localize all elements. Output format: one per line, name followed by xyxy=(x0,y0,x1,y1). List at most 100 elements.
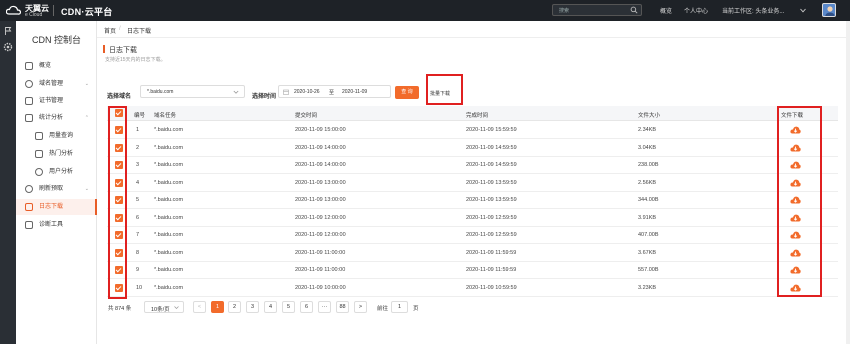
sidebar-item-user-analysis[interactable]: 用户分析 xyxy=(16,164,97,180)
row-number: 9 xyxy=(136,267,140,273)
sidebar-item-domain-management[interactable]: 域名管理 ⌄ xyxy=(16,76,97,92)
page-subtitle: 支持近15天内的日志下载。 xyxy=(105,57,166,63)
row-file-size: 2.34KB xyxy=(638,127,657,133)
row-number: 3 xyxy=(136,162,140,168)
query-button[interactable]: 查 询 xyxy=(395,86,419,99)
row-finish-time: 2020-11-09 11:59:59 xyxy=(466,267,517,273)
sidebar-item-statistics[interactable]: 统计分析 ⌃ xyxy=(16,110,97,126)
page-button-2[interactable]: 2 xyxy=(228,301,241,313)
row-file-size: 344.00B xyxy=(638,197,659,203)
sidebar-item-label: 诊断工具 xyxy=(39,222,64,228)
table-row: 3 *.baidu.com 2020-11-09 14:00:00 2020-11-0… xyxy=(107,157,838,174)
table-row: 1 *.baidu.com 2020-11-09 15:00:00 2020-11-0… xyxy=(107,122,838,139)
highlight-box-downloads xyxy=(777,106,822,297)
row-number: 6 xyxy=(136,214,140,221)
sidebar-item-overview[interactable]: 概览 xyxy=(16,58,97,74)
prev-page-button[interactable]: < xyxy=(193,301,206,313)
batch-download-button[interactable]: 批量下载 xyxy=(430,90,450,97)
settings-icon[interactable] xyxy=(3,42,13,52)
row-file-size: 407.00B xyxy=(638,232,659,238)
column-header-finish-time: 完成时间 xyxy=(466,113,489,119)
sidebar: CDN 控制台 概览 域名管理 ⌄ 证书管理 统计分析 ⌃ 用量查询 热门分析 … xyxy=(16,21,97,344)
page-scrollbar[interactable] xyxy=(846,21,850,344)
sidebar-item-hot-analysis[interactable]: 热门分析 xyxy=(16,146,97,162)
chevron-down-icon xyxy=(174,306,179,309)
column-header-domain-task: 域名任务 xyxy=(154,113,177,119)
breadcrumb-home[interactable]: 首页 xyxy=(104,26,116,35)
date-end-value[interactable]: 2020-11-09 xyxy=(342,89,367,95)
goto-unit-label: 页 xyxy=(413,306,419,312)
sidebar-item-label: 统计分析 xyxy=(39,115,64,121)
row-domain-task: *.baidu.com xyxy=(154,284,184,291)
overview-link[interactable]: 概览 xyxy=(660,6,672,15)
row-file-size: 3.04KB xyxy=(638,144,657,151)
row-finish-time: 2020-11-09 12:59:59 xyxy=(466,232,517,238)
sidebar-item-label: 概览 xyxy=(39,63,52,69)
domain-select[interactable]: *.baidu.com xyxy=(140,85,245,98)
highlight-box-checkboxes xyxy=(108,106,127,299)
sidebar-item-label: 用户分析 xyxy=(49,169,74,175)
workspace-switcher[interactable]: 当前工作区: 头条业务... xyxy=(722,6,784,15)
goto-page-input[interactable]: 1 xyxy=(391,301,408,313)
cloud-logo-icon xyxy=(6,5,21,15)
main-panel: 日志下载 支持近15天内的日志下载。 选择域名 *.baidu.com 选择时间… xyxy=(97,38,850,344)
sidebar-item-label: 证书管理 xyxy=(39,98,64,104)
sidebar-item-label: 日志下载 xyxy=(39,204,64,210)
sidebar-item-log-download[interactable]: 日志下载 xyxy=(16,199,97,215)
pagination-total: 共 874 条 xyxy=(108,306,132,312)
page-button-5[interactable]: 5 xyxy=(282,301,295,313)
brand-name-en: e Cloud xyxy=(25,12,43,18)
row-file-size: 557.00B xyxy=(638,267,659,273)
row-domain-task: *.baidu.com xyxy=(154,179,184,186)
page-button-88[interactable]: 88 xyxy=(336,301,349,313)
row-submit-time: 2020-11-09 11:00:00 xyxy=(295,267,346,273)
row-domain-task: *.baidu.com xyxy=(154,214,184,221)
table-row: 10 *.baidu.com 2020-11-09 10:00:00 2020-11-… xyxy=(107,280,838,297)
row-domain-task: *.baidu.com xyxy=(154,232,184,238)
search-icon[interactable] xyxy=(630,6,638,14)
date-start-value[interactable]: 2020-10-26 xyxy=(294,89,320,95)
page-button-4[interactable]: 4 xyxy=(264,301,277,313)
product-name[interactable]: CDN·云平台 xyxy=(61,5,113,18)
sidebar-item-diagnostic-tools[interactable]: 诊断工具 xyxy=(16,217,97,233)
avatar[interactable] xyxy=(822,3,836,17)
sidebar-item-label: 刷新预取 xyxy=(39,186,64,192)
column-header-number: 编号 xyxy=(134,113,146,119)
flag-icon[interactable] xyxy=(3,26,13,36)
page-ellipsis[interactable]: ··· xyxy=(318,301,331,313)
page-button-3[interactable]: 3 xyxy=(246,301,259,313)
row-finish-time: 2020-11-09 11:59:59 xyxy=(466,249,517,256)
domain-select-value: *.baidu.com xyxy=(147,89,174,95)
next-page-button[interactable]: > xyxy=(354,301,367,313)
overview-icon xyxy=(25,62,33,70)
sidebar-title: CDN 控制台 xyxy=(32,35,81,45)
search-placeholder: 搜索 xyxy=(559,8,570,14)
row-file-size: 2.56KB xyxy=(638,179,657,186)
user-center-link[interactable]: 个人中心 xyxy=(684,6,708,15)
sidebar-item-certificate-management[interactable]: 证书管理 xyxy=(16,93,97,109)
page-button-1[interactable]: 1 xyxy=(211,301,224,313)
row-number: 5 xyxy=(136,197,140,203)
row-submit-time: 2020-11-09 14:00:00 xyxy=(295,144,346,151)
table-row: 6 *.baidu.com 2020-11-09 12:00:00 2020-11-0… xyxy=(107,210,838,227)
page-button-6[interactable]: 6 xyxy=(300,301,313,313)
user-avatar-icon xyxy=(825,6,835,16)
row-domain-task: *.baidu.com xyxy=(154,267,184,273)
sidebar-item-usage-query[interactable]: 用量查询 xyxy=(16,128,97,144)
sidebar-item-refresh-prefetch[interactable]: 刷新预取 ⌄ xyxy=(16,181,97,197)
row-domain-task: *.baidu.com xyxy=(154,249,184,256)
row-number: 4 xyxy=(136,179,140,186)
search-input[interactable]: 搜索 xyxy=(552,4,642,16)
user-icon xyxy=(35,168,43,176)
column-header-submit-time: 提交时间 xyxy=(295,113,318,119)
row-number: 10 xyxy=(136,284,143,291)
page-size-select[interactable]: 10条/页 xyxy=(144,301,184,313)
row-domain-task: *.baidu.com xyxy=(154,127,184,133)
chevron-up-icon: ⌃ xyxy=(84,115,89,121)
date-range-picker[interactable]: 2020-10-26 至 2020-11-09 xyxy=(278,85,391,98)
row-finish-time: 2020-11-09 14:59:59 xyxy=(466,144,517,151)
sidebar-item-label: 域名管理 xyxy=(39,81,64,87)
chevron-down-icon[interactable] xyxy=(800,8,806,13)
calendar-icon xyxy=(283,89,289,95)
row-finish-time: 2020-11-09 12:59:59 xyxy=(466,214,517,221)
